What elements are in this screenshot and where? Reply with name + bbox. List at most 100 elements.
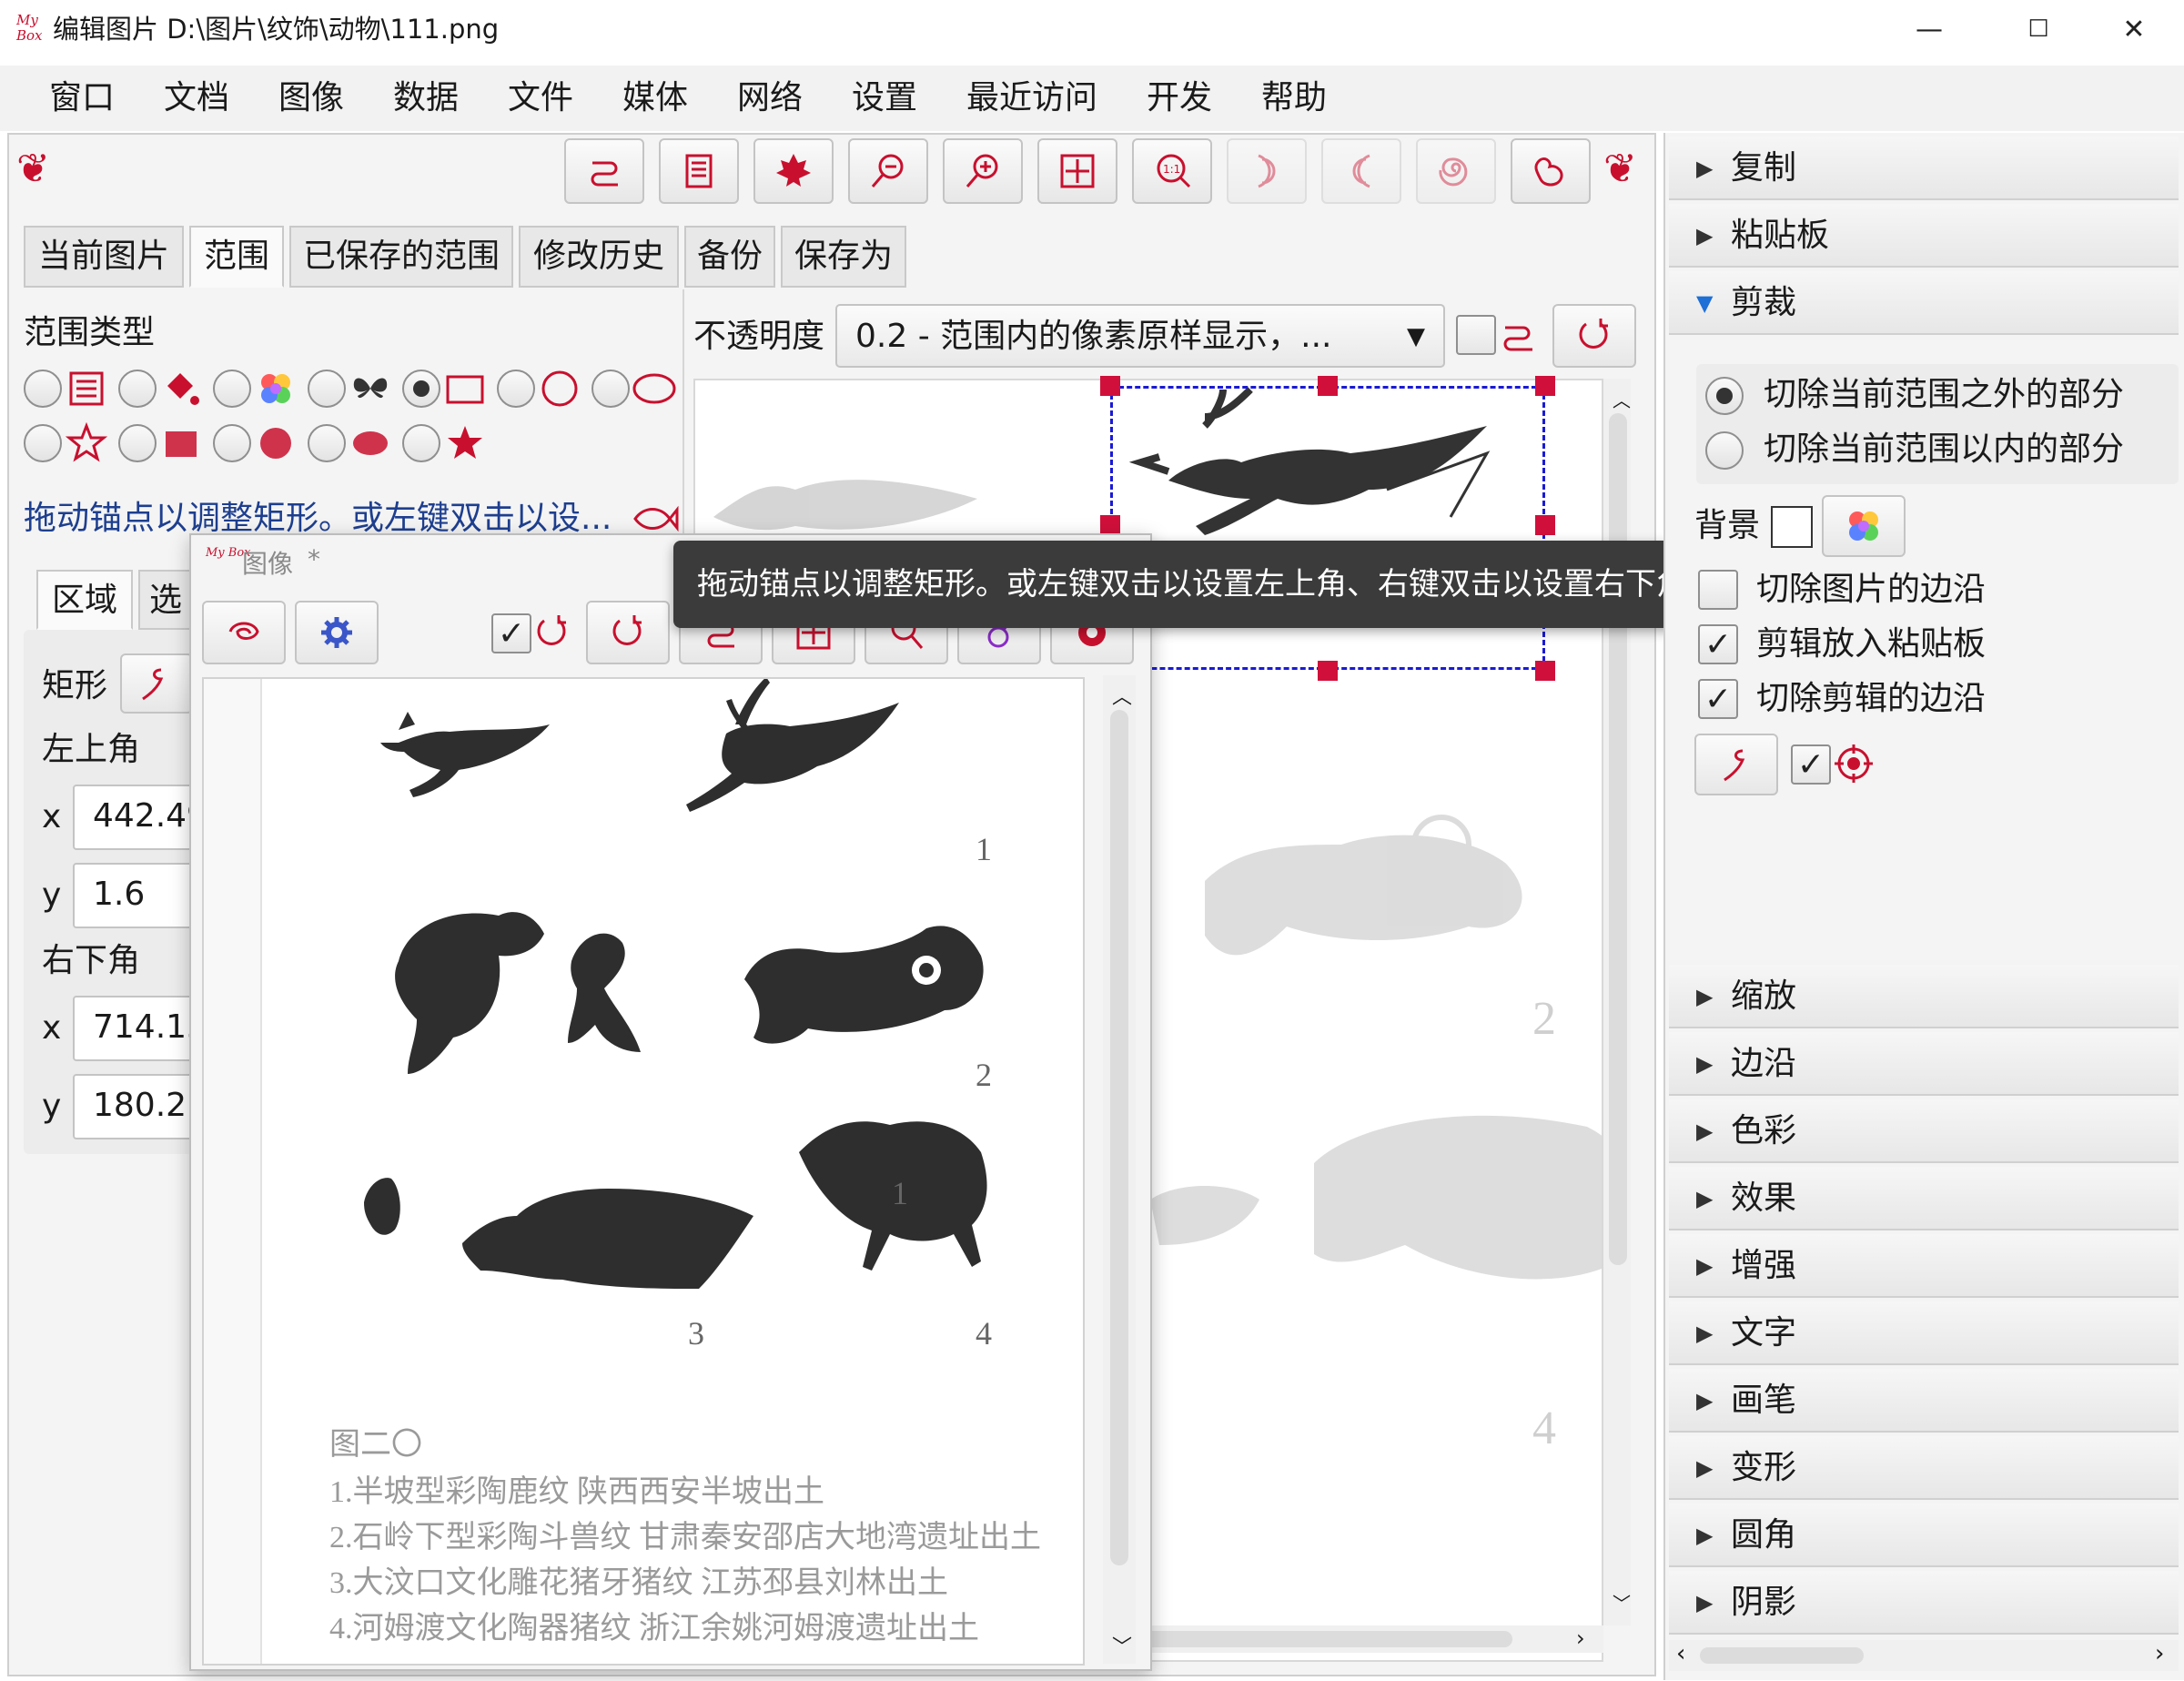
crop-inside-radio[interactable]: [1705, 431, 1744, 470]
popup-refresh-button[interactable]: [586, 601, 670, 664]
scope-polygon-color-radio[interactable]: [402, 424, 440, 462]
background-color-button[interactable]: [1822, 495, 1906, 557]
opacity-select[interactable]: 0.2 - 范围内的像素原样显示，... ▼: [835, 304, 1445, 368]
anchor-bottom-right[interactable]: [1535, 661, 1555, 681]
accordion-round-corner[interactable]: ▶ 圆角: [1669, 1504, 2179, 1567]
tooltip: 拖动锚点以调整矩形。或左键双击以设置左上角、右键双击以设置右下角。: [673, 541, 1802, 628]
maple-leaf-icon: [776, 154, 811, 187]
app-icon: ❦: [16, 146, 50, 192]
zoom-in-button[interactable]: [943, 138, 1023, 204]
accordion-pen[interactable]: ▶ 画笔: [1669, 1369, 2179, 1433]
cut-clip-margins-checkbox[interactable]: ✓: [1698, 679, 1738, 719]
cut-margins-checkbox[interactable]: [1698, 570, 1738, 610]
whole-image-icon: [69, 371, 104, 406]
refresh-button[interactable]: [1552, 304, 1636, 368]
minimize-button[interactable]: —: [1893, 0, 1966, 58]
svg-text:1:1: 1:1: [1163, 163, 1180, 176]
spiral-button[interactable]: [1416, 138, 1496, 204]
popup-sync-checkbox[interactable]: ✓: [491, 613, 531, 653]
menu-network[interactable]: 网络: [737, 78, 803, 118]
popup-vertical-scrollbar[interactable]: ︿ ﹀: [1103, 675, 1136, 1664]
fit-window-button[interactable]: [1037, 138, 1117, 204]
tab-current-image[interactable]: 当前图片: [24, 226, 184, 288]
rotate-right-button[interactable]: [1227, 138, 1307, 204]
accordion-transform[interactable]: ▶ 变形: [1669, 1436, 2179, 1500]
right-panel-hscrollbar[interactable]: ‹ ›: [1669, 1640, 2179, 1671]
accordion-enhance[interactable]: ▶ 增强: [1669, 1234, 2179, 1298]
scope-ellipse-radio[interactable]: [592, 370, 630, 408]
menu-media[interactable]: 媒体: [622, 78, 688, 118]
crop-outside-radio[interactable]: [1705, 377, 1744, 415]
document-button[interactable]: [659, 138, 739, 204]
tab-save-as[interactable]: 保存为: [781, 226, 906, 288]
right-hscroll-thumb[interactable]: [1700, 1647, 1864, 1664]
maple-button[interactable]: [753, 138, 834, 204]
accordion-text[interactable]: ▶ 文字: [1669, 1301, 2179, 1365]
popup-image-area[interactable]: [202, 677, 1085, 1666]
background-color-swatch[interactable]: [1771, 506, 1813, 548]
tab-options[interactable]: 选: [138, 570, 193, 630]
menu-window[interactable]: 窗口: [49, 78, 115, 118]
tab-scope[interactable]: 范围: [189, 226, 284, 288]
anchor-top-right[interactable]: [1535, 376, 1555, 396]
menu-recent[interactable]: 最近访问: [966, 78, 1097, 118]
scope-toggle-checkbox[interactable]: [1456, 315, 1496, 355]
paint-bucket-icon: [167, 373, 199, 405]
cut-margins-label[interactable]: 切除图片的边沿: [1756, 570, 1986, 610]
scope-polygon-radio[interactable]: [24, 424, 62, 462]
accordion-color[interactable]: ▶ 色彩: [1669, 1099, 2179, 1163]
crop-inside-label[interactable]: 切除当前范围以内的部分: [1764, 430, 2124, 470]
scope-button[interactable]: [564, 138, 644, 204]
popup-vscroll-thumb[interactable]: [1110, 710, 1128, 1565]
menu-data[interactable]: 数据: [393, 78, 459, 118]
crop-outside-label[interactable]: 切除当前范围之外的部分: [1764, 375, 2124, 415]
tab-history[interactable]: 修改历史: [519, 226, 679, 288]
anchor-bottom[interactable]: [1318, 661, 1338, 681]
scope-ellipse-color-radio[interactable]: [308, 424, 346, 462]
accordion-shadow[interactable]: ▶ 阴影: [1669, 1571, 2179, 1635]
accordion-copy[interactable]: ▶ 复制: [1669, 137, 2179, 200]
tab-area[interactable]: 区域: [36, 570, 133, 630]
clip-to-clipboard-checkbox[interactable]: ✓: [1698, 624, 1738, 664]
popup-settings-button[interactable]: [295, 601, 379, 664]
menu-file[interactable]: 文件: [508, 78, 573, 118]
menu-image[interactable]: 图像: [278, 78, 344, 118]
rotate-left-button[interactable]: [1321, 138, 1401, 204]
clip-to-clipboard-label[interactable]: 剪辑放入粘贴板: [1756, 624, 1986, 664]
menu-settings[interactable]: 设置: [852, 78, 917, 118]
scope-circle-radio[interactable]: [497, 370, 535, 408]
figure-number-4: 4: [976, 1315, 992, 1352]
scope-color-radio[interactable]: [213, 370, 251, 408]
crop-target-checkbox[interactable]: ✓: [1791, 744, 1831, 785]
scope-all-radio[interactable]: [24, 370, 62, 408]
canvas-hscroll-thumb[interactable]: [1139, 1631, 1512, 1647]
anchor-right[interactable]: [1535, 515, 1555, 535]
maximize-button[interactable]: ☐: [2002, 0, 2075, 58]
menu-document[interactable]: 文档: [164, 78, 229, 118]
anchor-left[interactable]: [1100, 515, 1120, 535]
actual-size-button[interactable]: 1:1: [1132, 138, 1212, 204]
scope-outline-radio[interactable]: [308, 370, 346, 408]
accordion-scale[interactable]: ▶ 缩放: [1669, 965, 2179, 1028]
scope-rect-color-radio[interactable]: [118, 424, 157, 462]
anchor-top[interactable]: [1318, 376, 1338, 396]
tab-saved-scopes[interactable]: 已保存的范围: [289, 226, 513, 288]
cut-clip-margins-label[interactable]: 切除剪辑的边沿: [1756, 679, 1986, 719]
zoom-out-button[interactable]: [848, 138, 928, 204]
scope-matting-radio[interactable]: [118, 370, 157, 408]
popup-pop-button[interactable]: [202, 601, 286, 664]
accordion-crop[interactable]: ▼ 剪裁: [1669, 271, 2179, 335]
pop-button[interactable]: [1511, 138, 1591, 204]
scope-circle-color-radio[interactable]: [213, 424, 251, 462]
close-button[interactable]: ✕: [2098, 0, 2170, 58]
menu-develop[interactable]: 开发: [1147, 78, 1212, 118]
accordion-effects[interactable]: ▶ 效果: [1669, 1167, 2179, 1230]
scope-rectangle-radio[interactable]: [402, 370, 440, 408]
crop-apply-button[interactable]: [1694, 734, 1778, 795]
menu-help[interactable]: 帮助: [1261, 78, 1327, 118]
shape-edit-button[interactable]: [120, 653, 193, 714]
anchor-top-left[interactable]: [1100, 376, 1120, 396]
accordion-clipboard[interactable]: ▶ 粘贴板: [1669, 204, 2179, 268]
tab-backup[interactable]: 备份: [684, 226, 775, 288]
accordion-margins[interactable]: ▶ 边沿: [1669, 1032, 2179, 1096]
